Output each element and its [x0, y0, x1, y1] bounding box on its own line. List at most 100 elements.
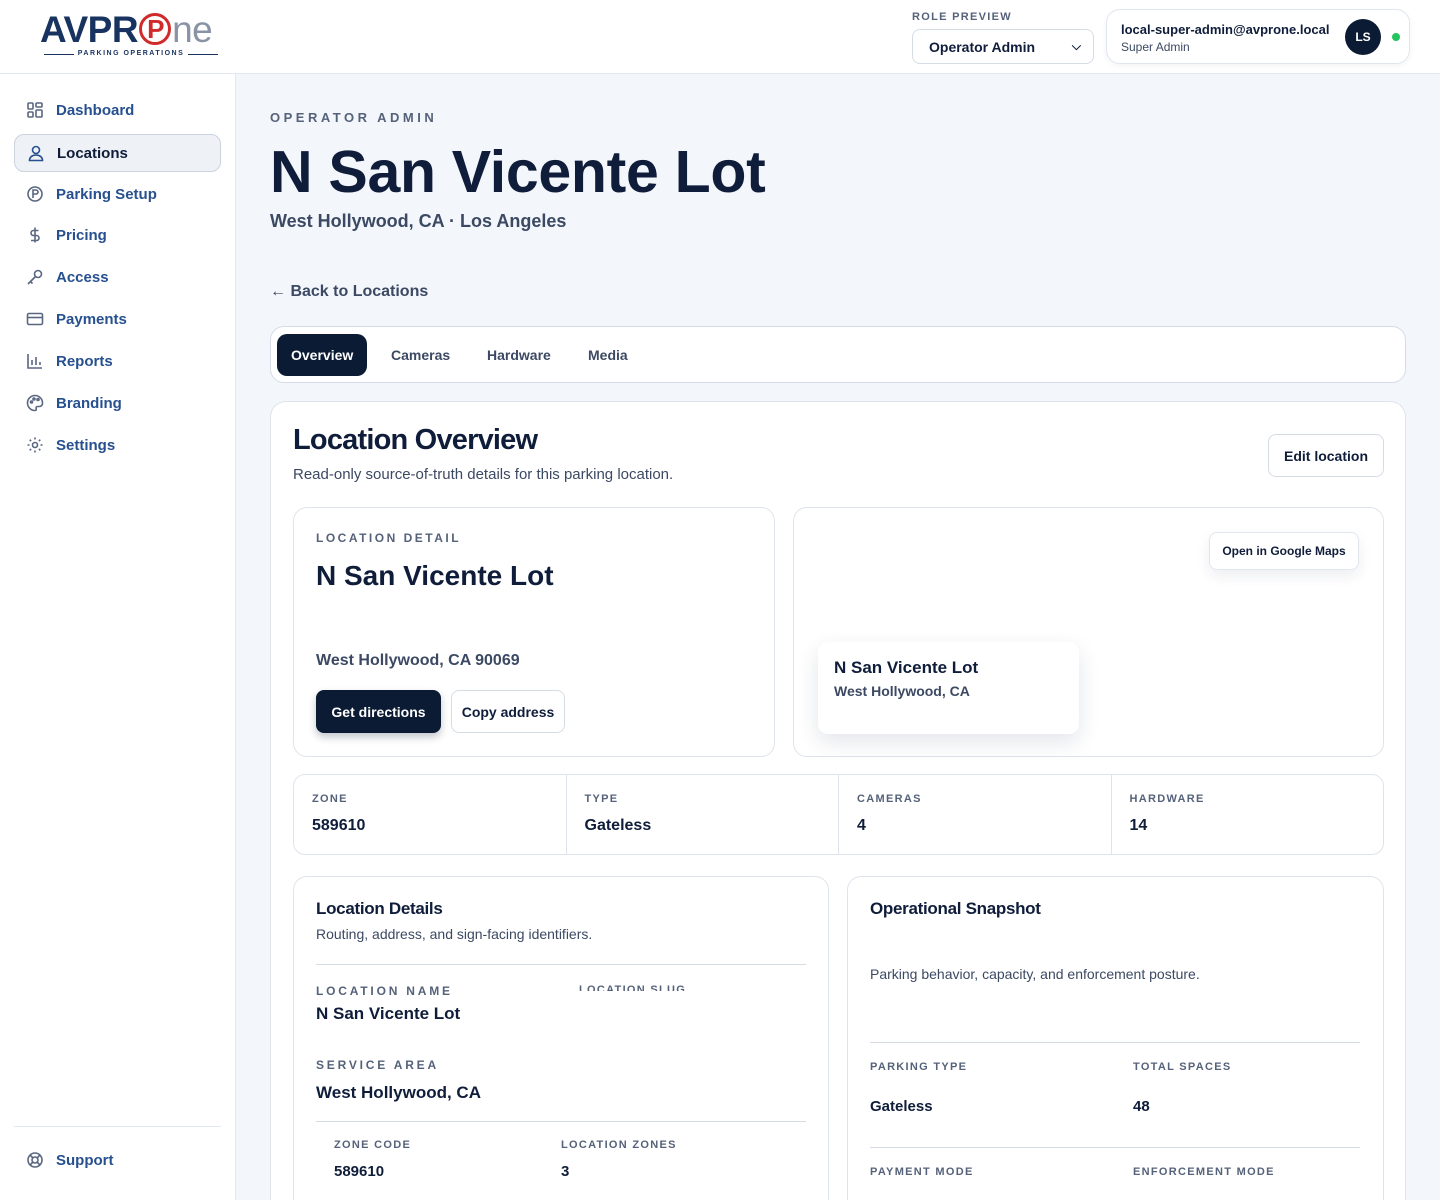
parking-p-icon: [139, 13, 172, 45]
divider: [870, 1042, 1360, 1043]
location-slug-label: LOCATION SLUG: [579, 984, 687, 991]
zone-code-value: 589610: [334, 1163, 385, 1180]
stat-label: CAMERAS: [857, 793, 922, 805]
sidebar-item-label: Branding: [56, 394, 122, 412]
user-role: Super Admin: [1121, 40, 1190, 54]
sidebar-item-label: Dashboard: [56, 101, 135, 119]
stat-value: 589610: [312, 817, 366, 834]
location-zones-value: 3: [561, 1163, 570, 1180]
top-bar: AVPR ne PARKING OPERATIONS ROLE PREVIEW O…: [0, 0, 1440, 74]
chevron-down-icon: ⌵: [1071, 39, 1081, 53]
stat-cameras: CAMERAS 4: [839, 775, 1112, 854]
key-icon: [26, 268, 44, 286]
map-pin-city: West Hollywood, CA: [834, 683, 970, 699]
stat-value: 4: [857, 817, 866, 834]
user-menu[interactable]: local-super-admin@avprone.local Super Ad…: [1106, 9, 1410, 64]
sidebar-item-parking-setup[interactable]: Parking Setup: [14, 175, 221, 213]
tab-overview[interactable]: Overview: [277, 334, 368, 376]
sidebar: Dashboard Locations Parking Setup Pricin…: [0, 74, 236, 1200]
location-stats: ZONE 589610 TYPE Gateless CAMERAS 4 HARD…: [293, 774, 1384, 855]
get-directions-button[interactable]: Get directions: [316, 690, 441, 733]
sidebar-item-label: Access: [56, 268, 109, 286]
sidebar-item-pricing[interactable]: Pricing: [14, 216, 221, 254]
sidebar-item-locations[interactable]: Locations: [14, 134, 221, 172]
logo-text-a: AVPR: [40, 9, 139, 50]
sidebar-item-dashboard[interactable]: Dashboard: [14, 91, 221, 129]
service-area-value: West Hollywood, CA: [316, 1083, 481, 1102]
role-select-value: Operator Admin: [929, 38, 1036, 55]
payment-mode-label: PAYMENT MODE: [870, 1166, 974, 1178]
gear-icon: [26, 436, 44, 454]
sidebar-item-label: Locations: [57, 144, 128, 162]
palette-icon: [26, 394, 44, 412]
stat-label: HARDWARE: [1129, 793, 1205, 805]
zone-code-label: ZONE CODE: [334, 1139, 412, 1151]
location-detail-panel: LOCATION DETAIL N San Vicente Lot West H…: [293, 507, 775, 757]
dollar-icon: [26, 226, 44, 244]
divider: [316, 964, 806, 965]
sidebar-item-reports[interactable]: Reports: [14, 342, 221, 380]
location-details-subtitle: Routing, address, and sign-facing identi…: [316, 926, 593, 942]
sidebar-item-label: Support: [56, 1151, 114, 1169]
stat-label: ZONE: [312, 793, 348, 805]
card-icon: [26, 310, 44, 328]
parking-type-value: Gateless: [870, 1098, 933, 1115]
sidebar-item-label: Pricing: [56, 226, 107, 244]
stat-value: Gateless: [584, 817, 652, 834]
avatar: LS: [1345, 19, 1381, 55]
logo-tagline: PARKING OPERATIONS: [40, 50, 222, 57]
total-spaces-value: 48: [1133, 1098, 1150, 1115]
map-panel[interactable]: Open in Google Maps N San Vicente Lot We…: [793, 507, 1384, 757]
location-address: West Hollywood, CA 90069: [316, 652, 520, 669]
divider: [870, 1147, 1360, 1148]
snapshot-subtitle: Parking behavior, capacity, and enforcem…: [870, 966, 1200, 982]
stat-type: TYPE Gateless: [567, 775, 839, 854]
total-spaces-label: TOTAL SPACES: [1133, 1061, 1232, 1073]
copy-address-button[interactable]: Copy address: [451, 690, 565, 733]
page-title: N San Vicente Lot: [270, 139, 766, 205]
sidebar-item-settings[interactable]: Settings: [14, 426, 221, 464]
page-eyebrow: OPERATOR ADMIN: [270, 110, 438, 125]
grid-icon: [26, 101, 44, 119]
sidebar-item-branding[interactable]: Branding: [14, 384, 221, 422]
stat-zone: ZONE 589610: [294, 775, 567, 854]
user-email: local-super-admin@avprone.local: [1121, 22, 1330, 37]
brand-logo[interactable]: AVPR ne PARKING OPERATIONS: [40, 10, 222, 60]
overview-title: Location Overview: [293, 424, 538, 456]
open-google-maps-button[interactable]: Open in Google Maps: [1209, 532, 1359, 570]
bar-chart-icon: [26, 352, 44, 370]
sidebar-item-support[interactable]: Support: [14, 1141, 221, 1179]
role-preview-select[interactable]: Operator Admin ⌵: [912, 29, 1094, 64]
location-overview-card: Location Overview Read-only source-of-tr…: [270, 401, 1406, 1200]
sidebar-divider: [14, 1126, 221, 1127]
sidebar-item-payments[interactable]: Payments: [14, 300, 221, 338]
user-pin-icon: [27, 144, 45, 162]
snapshot-title: Operational Snapshot: [870, 899, 1041, 918]
tab-bar: Overview Cameras Hardware Media: [270, 326, 1406, 383]
map-pin-card: N San Vicente Lot West Hollywood, CA: [818, 642, 1079, 734]
logo-text-b: ne: [172, 9, 213, 50]
tab-media[interactable]: Media: [574, 334, 642, 376]
sidebar-item-access[interactable]: Access: [14, 258, 221, 296]
operational-snapshot-panel: Operational Snapshot Parking behavior, c…: [847, 876, 1384, 1200]
role-preview-label: ROLE PREVIEW: [912, 11, 1012, 23]
tab-hardware[interactable]: Hardware: [473, 334, 565, 376]
tab-cameras[interactable]: Cameras: [377, 334, 464, 376]
location-details-panel: Location Details Routing, address, and s…: [293, 876, 829, 1200]
service-area-label: SERVICE AREA: [316, 1058, 439, 1072]
stat-hardware: HARDWARE 14: [1112, 775, 1384, 854]
online-status-dot: [1392, 33, 1400, 41]
map-pin-name: N San Vicente Lot: [834, 658, 979, 677]
location-zones-label: LOCATION ZONES: [561, 1139, 677, 1151]
sidebar-item-label: Parking Setup: [56, 185, 157, 203]
parking-type-label: PARKING TYPE: [870, 1061, 968, 1073]
overview-subtitle: Read-only source-of-truth details for th…: [293, 466, 674, 483]
page-subtitle: West Hollywood, CA · Los Angeles: [270, 211, 567, 231]
location-name-label: LOCATION NAME: [316, 984, 453, 998]
sidebar-item-label: Settings: [56, 436, 116, 454]
edit-location-button[interactable]: Edit location: [1268, 434, 1384, 477]
parking-icon: [26, 185, 44, 203]
stat-label: TYPE: [584, 793, 619, 805]
back-to-locations-link[interactable]: ← Back to Locations: [270, 283, 428, 301]
sidebar-item-label: Reports: [56, 352, 113, 370]
